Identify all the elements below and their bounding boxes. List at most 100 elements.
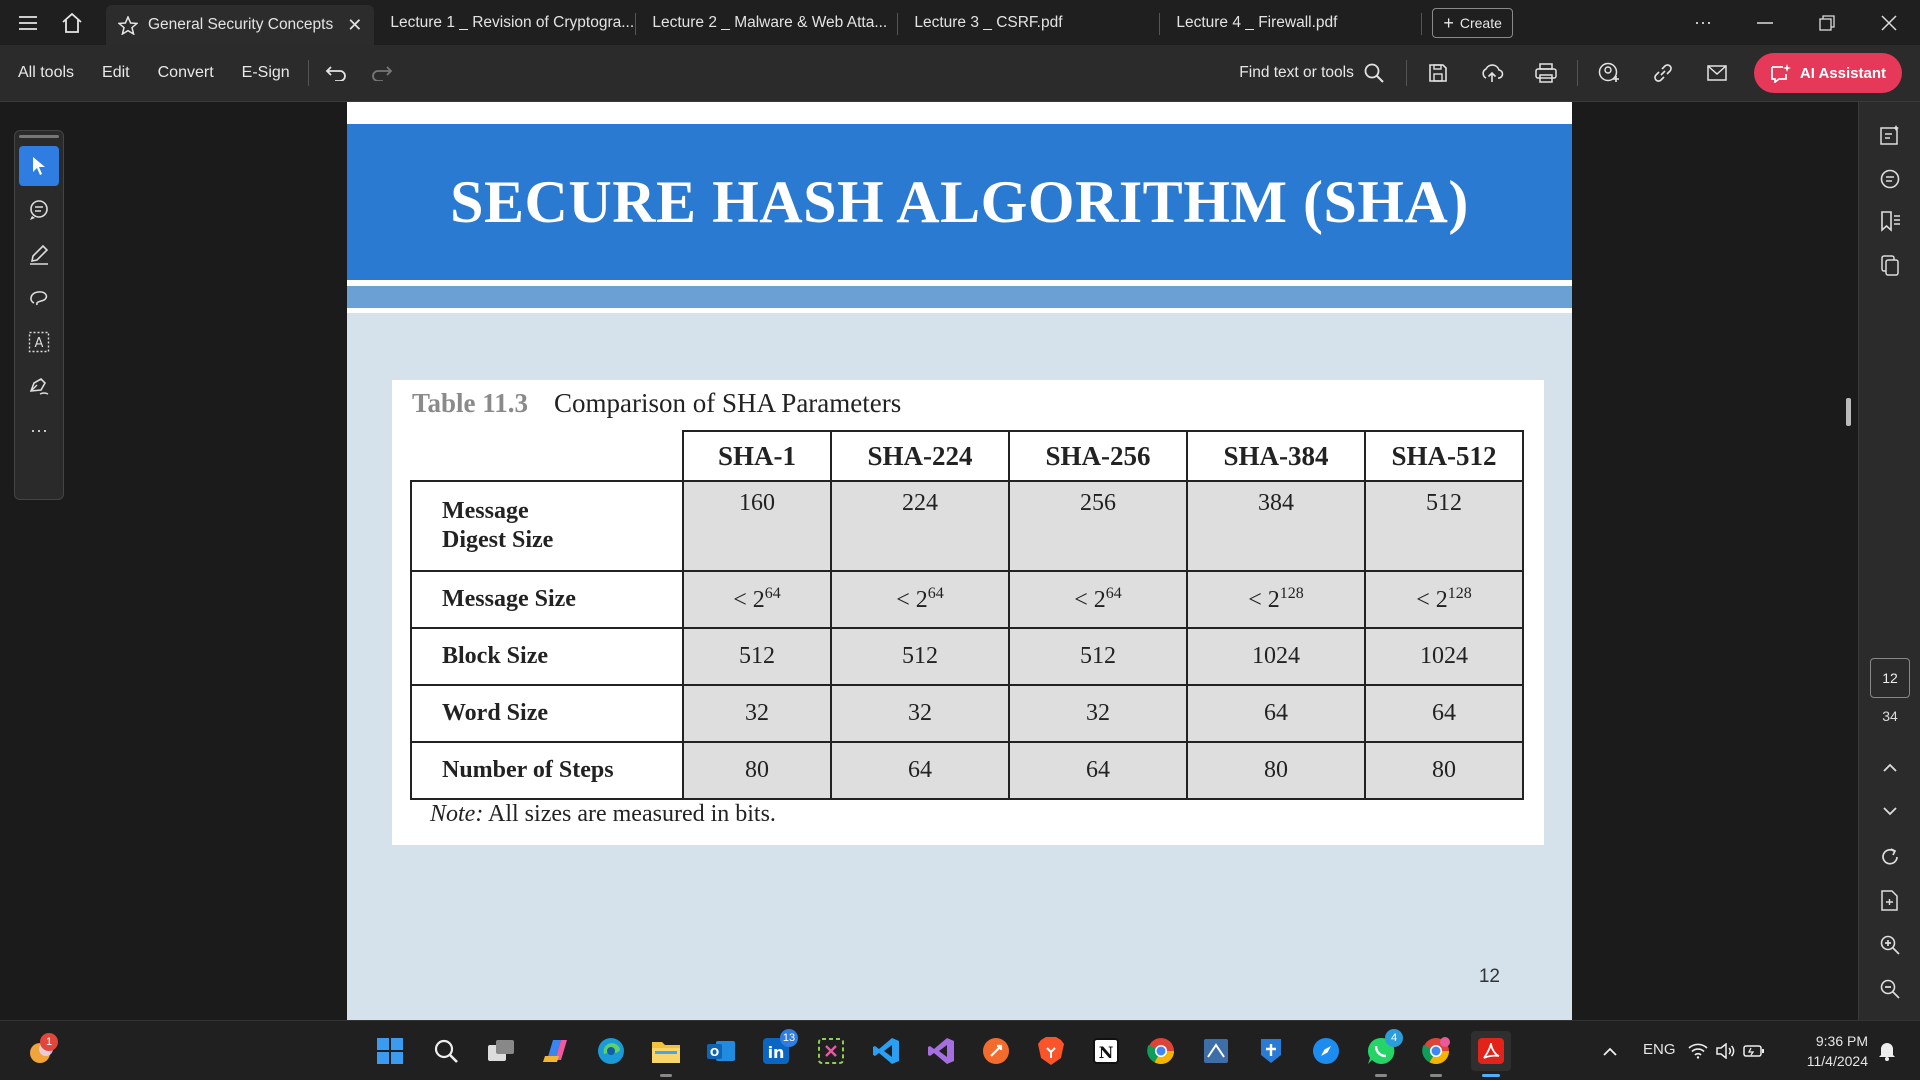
page-thumbnails-icon[interactable] (1871, 246, 1909, 284)
total-pages: 34 (1882, 708, 1898, 724)
close-tab-icon[interactable]: ✕ (347, 15, 362, 36)
redo-icon[interactable] (359, 45, 405, 102)
table-row: Message Size < 264 < 264 < 264 < 2128 < … (410, 570, 1524, 629)
restore-icon[interactable] (1796, 0, 1858, 45)
rail-drag-handle[interactable] (19, 135, 59, 138)
comments-panel-icon[interactable] (1871, 160, 1909, 198)
windows-start-icon[interactable] (370, 1031, 410, 1071)
table-cell: 80 (1364, 741, 1524, 800)
visual-studio-icon[interactable] (921, 1031, 961, 1071)
current-page-input[interactable]: 12 (1870, 658, 1910, 698)
previous-page-icon[interactable] (1871, 748, 1909, 786)
column-header: SHA-512 (1364, 430, 1524, 482)
system-clock[interactable]: 9:36 PM 11/4/2024 (1790, 1031, 1868, 1071)
comment-icon[interactable] (19, 190, 59, 230)
more-tools-icon[interactable]: ··· (19, 410, 59, 450)
esign-menu[interactable]: E-Sign (228, 64, 304, 82)
sign-pen-icon[interactable] (19, 366, 59, 406)
task-view-icon[interactable] (481, 1031, 521, 1071)
safari-compass-icon[interactable] (1306, 1031, 1346, 1071)
ai-assistant-button[interactable]: AI Assistant (1753, 53, 1902, 93)
svg-text:O: O (710, 1046, 719, 1059)
tab-general-security-concepts[interactable]: General Security Concepts ✕ (106, 5, 375, 45)
brave-browser-icon[interactable] (1031, 1031, 1071, 1071)
table-cell: 64 (1008, 741, 1188, 800)
save-icon[interactable] (1411, 45, 1465, 102)
share-user-icon[interactable] (1582, 45, 1636, 102)
postman-icon[interactable] (976, 1031, 1016, 1071)
column-header: SHA-224 (830, 430, 1010, 482)
vscode-icon[interactable] (866, 1031, 906, 1071)
table-row: Block Size 512 512 512 1024 1024 (410, 627, 1524, 686)
minimize-icon[interactable] (1734, 0, 1796, 45)
edge-browser-icon[interactable] (591, 1031, 631, 1071)
decorative-band (347, 286, 1572, 308)
rotate-icon[interactable] (1871, 838, 1909, 876)
zoom-in-icon[interactable] (1871, 926, 1909, 964)
more-options-icon[interactable]: ··· (1672, 0, 1734, 45)
chrome-profile-icon[interactable] (1416, 1031, 1456, 1077)
input-language[interactable]: ENG (1643, 1041, 1676, 1058)
snipping-tool-icon[interactable] (811, 1031, 851, 1071)
email-icon[interactable] (1690, 45, 1744, 102)
search-icon[interactable] (426, 1031, 466, 1071)
svg-text:N: N (1099, 1043, 1114, 1062)
next-page-icon[interactable] (1871, 792, 1909, 830)
notification-bell-icon[interactable] (1872, 1031, 1902, 1071)
wifi-icon[interactable] (1686, 1031, 1710, 1071)
tab-lecture-4[interactable]: Lecture 4 _ Firewall.pdf (1160, 5, 1423, 41)
vertical-scrollbar-thumb[interactable] (1846, 398, 1851, 426)
text-box-icon[interactable]: A (19, 322, 59, 362)
git-tool-icon[interactable] (1251, 1031, 1291, 1071)
tab-lecture-1[interactable]: Lecture 1 _ Revision of Cryptogra... (374, 5, 637, 41)
file-explorer-icon[interactable] (646, 1031, 686, 1077)
tab-lecture-2[interactable]: Lecture 2 _ Malware & Web Atta... (636, 5, 899, 41)
slide-top-strip (347, 102, 1572, 124)
running-indicator (1430, 1074, 1442, 1077)
zoom-out-icon[interactable] (1871, 970, 1909, 1008)
battery-icon[interactable] (1742, 1031, 1766, 1071)
table-corner-cell (411, 431, 684, 482)
cloud-upload-icon[interactable] (1465, 45, 1519, 102)
create-button[interactable]: + Create (1432, 7, 1513, 38)
find-text-label[interactable]: Find text or tools (1239, 64, 1354, 82)
link-icon[interactable] (1636, 45, 1690, 102)
row-header: Word Size (410, 684, 684, 743)
tab-label: Lecture 2 _ Malware & Web Atta... (652, 13, 888, 31)
star-icon[interactable] (118, 15, 138, 35)
page-display-icon[interactable] (1871, 882, 1909, 920)
tab-label: Lecture 1 _ Revision of Cryptogra... (390, 13, 635, 31)
whatsapp-icon[interactable]: 4 (1361, 1029, 1403, 1077)
draw-lasso-icon[interactable] (19, 278, 59, 318)
tab-lecture-3[interactable]: Lecture 3 _ CSRF.pdf (898, 5, 1161, 41)
select-cursor-icon[interactable] (19, 146, 59, 186)
undo-icon[interactable] (313, 45, 359, 102)
bookmarks-icon[interactable] (1871, 202, 1909, 240)
outlook-icon[interactable]: O (701, 1031, 741, 1071)
hamburger-menu-icon[interactable] (6, 0, 50, 45)
home-icon[interactable] (50, 0, 94, 45)
edit-pdf-icon[interactable] (1871, 116, 1909, 154)
table-figure: Table 11.3 Comparison of SHA Parameters S… (392, 380, 1544, 845)
notion-icon[interactable]: N (1086, 1031, 1126, 1071)
sql-server-icon[interactable] (1196, 1031, 1236, 1071)
copilot-icon[interactable] (536, 1031, 576, 1071)
close-window-icon[interactable] (1858, 0, 1920, 45)
edit-menu[interactable]: Edit (88, 64, 144, 82)
linkedin-icon[interactable]: in 13 (756, 1029, 798, 1071)
volume-icon[interactable] (1714, 1031, 1738, 1071)
convert-menu[interactable]: Convert (144, 64, 228, 82)
table-cell: 512 (830, 627, 1010, 686)
table-cell: 512 (682, 627, 832, 686)
show-hidden-icons[interactable] (1590, 1031, 1630, 1071)
print-icon[interactable] (1519, 45, 1573, 102)
widgets-icon[interactable]: 1 (22, 1031, 62, 1071)
acrobat-icon[interactable] (1471, 1031, 1511, 1077)
ai-sparkle-icon (1770, 63, 1792, 83)
search-icon[interactable] (1364, 63, 1384, 83)
highlight-pen-icon[interactable] (19, 234, 59, 274)
all-tools-menu[interactable]: All tools (0, 64, 88, 82)
clock-time: 9:36 PM (1815, 1033, 1868, 1049)
running-indicator (1375, 1074, 1387, 1077)
chrome-icon[interactable] (1141, 1031, 1181, 1071)
